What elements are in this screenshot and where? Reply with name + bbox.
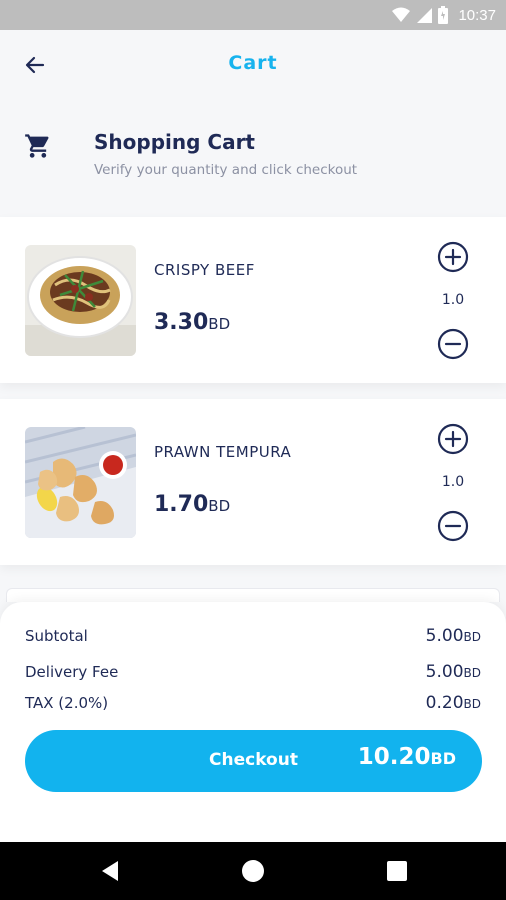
minus-circle-icon: [437, 510, 469, 542]
subtotal-row: Subtotal 5.00BD: [25, 626, 481, 646]
battery-icon: [438, 6, 449, 24]
minus-circle-icon: [437, 328, 469, 360]
status-time: 10:37: [458, 6, 496, 24]
page-title: Cart: [228, 52, 278, 74]
item-price: 1.70BD: [154, 492, 230, 517]
tax-currency: BD: [463, 697, 481, 711]
decrease-quantity-button[interactable]: [437, 510, 469, 542]
delivery-fee-value: 5.00BD: [426, 662, 481, 682]
list-bottom-edge: [6, 588, 500, 602]
order-summary: Subtotal 5.00BD Delivery Fee 5.00BD TAX …: [0, 602, 506, 842]
increase-quantity-button[interactable]: [437, 241, 469, 273]
cart-item: CRISPY BEEF 3.30BD 1.0: [0, 217, 506, 383]
nav-back-icon[interactable]: [99, 859, 123, 883]
checkout-total-currency: BD: [430, 749, 456, 768]
plus-circle-icon: [437, 423, 469, 455]
checkout-button[interactable]: Checkout 10.20BD: [25, 730, 482, 792]
price-currency: BD: [208, 497, 231, 515]
cart-subtitle: Verify your quantity and click checkout: [94, 162, 358, 178]
plus-circle-icon: [437, 241, 469, 273]
app-bar: Cart: [0, 30, 506, 100]
price-value: 3.30: [154, 310, 209, 335]
delivery-fee-row: Delivery Fee 5.00BD: [25, 662, 481, 682]
subtotal-label: Subtotal: [25, 627, 88, 645]
item-price: 3.30BD: [154, 310, 230, 335]
crispy-beef-image: [25, 245, 136, 356]
item-name: CRISPY BEEF: [154, 261, 255, 279]
subtotal-currency: BD: [463, 630, 481, 644]
cart-header: Shopping Cart Verify your quantity and c…: [0, 110, 506, 200]
wifi-icon: [392, 7, 411, 22]
delivery-fee-currency: BD: [463, 666, 481, 680]
tax-label: TAX (2.0%): [25, 694, 109, 712]
system-nav-bar: [0, 842, 506, 900]
price-value: 1.70: [154, 492, 209, 517]
shopping-cart-icon: [25, 134, 49, 158]
item-name: PRAWN TEMPURA: [154, 443, 292, 461]
prawn-tempura-image: [25, 427, 136, 538]
checkout-total-amount: 10.20: [357, 744, 431, 770]
increase-quantity-button[interactable]: [437, 423, 469, 455]
nav-home-icon[interactable]: [241, 859, 265, 883]
decrease-quantity-button[interactable]: [437, 328, 469, 360]
subtotal-amount: 5.00: [425, 626, 464, 646]
price-currency: BD: [208, 315, 231, 333]
tax-row: TAX (2.0%) 0.20BD: [25, 693, 481, 713]
tax-value: 0.20BD: [426, 693, 481, 713]
signal-icon: [417, 8, 433, 23]
cart-item: PRAWN TEMPURA 1.70BD 1.0: [0, 399, 506, 565]
tax-amount: 0.20: [425, 693, 464, 713]
checkout-total: 10.20BD: [358, 744, 456, 770]
status-bar: 10:37: [0, 0, 506, 30]
quantity-value: 1.0: [441, 292, 465, 308]
quantity-value: 1.0: [441, 474, 465, 490]
subtotal-value: 5.00BD: [426, 626, 481, 646]
cart-title: Shopping Cart: [94, 130, 255, 154]
nav-recents-icon[interactable]: [385, 859, 409, 883]
status-icons: 10:37: [392, 5, 496, 25]
delivery-fee-label: Delivery Fee: [25, 663, 119, 681]
delivery-fee-amount: 5.00: [425, 662, 464, 682]
